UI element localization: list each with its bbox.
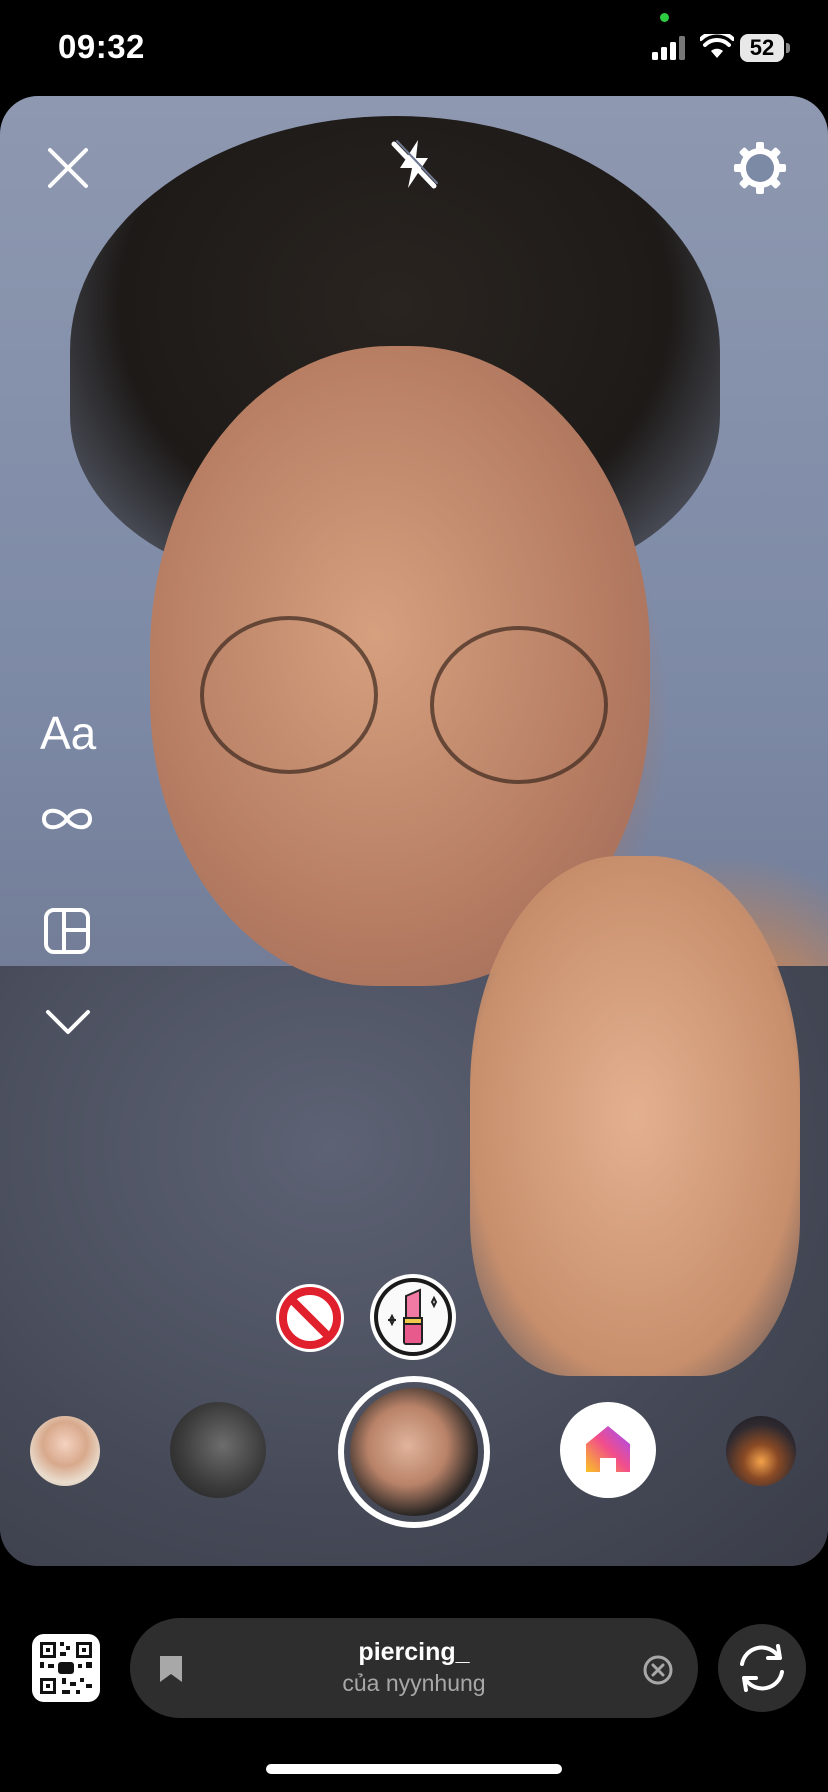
subject-glasses-right — [430, 626, 608, 784]
makeup-effect-button[interactable] — [370, 1274, 456, 1360]
filter-portrait-blonde[interactable] — [30, 1416, 100, 1486]
no-effect-icon — [279, 1287, 341, 1349]
layout-icon[interactable] — [44, 908, 90, 954]
boomerang-icon[interactable] — [40, 804, 94, 834]
filter-selected-piercing[interactable] — [350, 1388, 478, 1516]
home-icon — [586, 1426, 630, 1472]
qr-code-button[interactable] — [32, 1634, 100, 1702]
effect-info-pill[interactable]: piercing_ của nyynhung — [130, 1618, 698, 1718]
status-time: 09:32 — [58, 28, 145, 65]
camera-viewport[interactable]: Aa — [0, 96, 828, 1566]
lipstick-icon — [388, 1288, 438, 1345]
flip-camera-icon — [740, 1644, 784, 1692]
subject-thumbs-up-hand — [470, 856, 800, 1376]
qr-code-icon — [40, 1642, 92, 1694]
close-icon[interactable] — [44, 144, 92, 192]
chevron-down-icon[interactable] — [44, 1008, 92, 1036]
battery-level: 52 — [740, 34, 784, 62]
flip-camera-button[interactable] — [718, 1624, 806, 1712]
subject-glasses-left — [200, 616, 378, 774]
flash-off-icon[interactable] — [388, 136, 440, 192]
battery-icon: 52 — [740, 34, 792, 64]
camera-in-use-indicator — [660, 13, 669, 22]
effect-name: piercing_ — [358, 1638, 470, 1666]
signal-icon — [652, 36, 685, 60]
no-effect-button[interactable] — [276, 1284, 344, 1352]
filter-sunset-sea[interactable] — [726, 1416, 796, 1486]
filter-dark-mood[interactable] — [170, 1402, 266, 1498]
settings-icon[interactable] — [732, 140, 788, 196]
status-bar: 09:32 52 — [0, 0, 828, 96]
filter-home[interactable] — [560, 1402, 656, 1498]
wifi-icon — [700, 34, 734, 58]
clear-icon[interactable] — [642, 1654, 674, 1686]
home-indicator[interactable] — [266, 1764, 562, 1774]
text-mode-button[interactable]: Aa — [40, 706, 96, 760]
effect-author: của nyynhung — [342, 1670, 486, 1696]
